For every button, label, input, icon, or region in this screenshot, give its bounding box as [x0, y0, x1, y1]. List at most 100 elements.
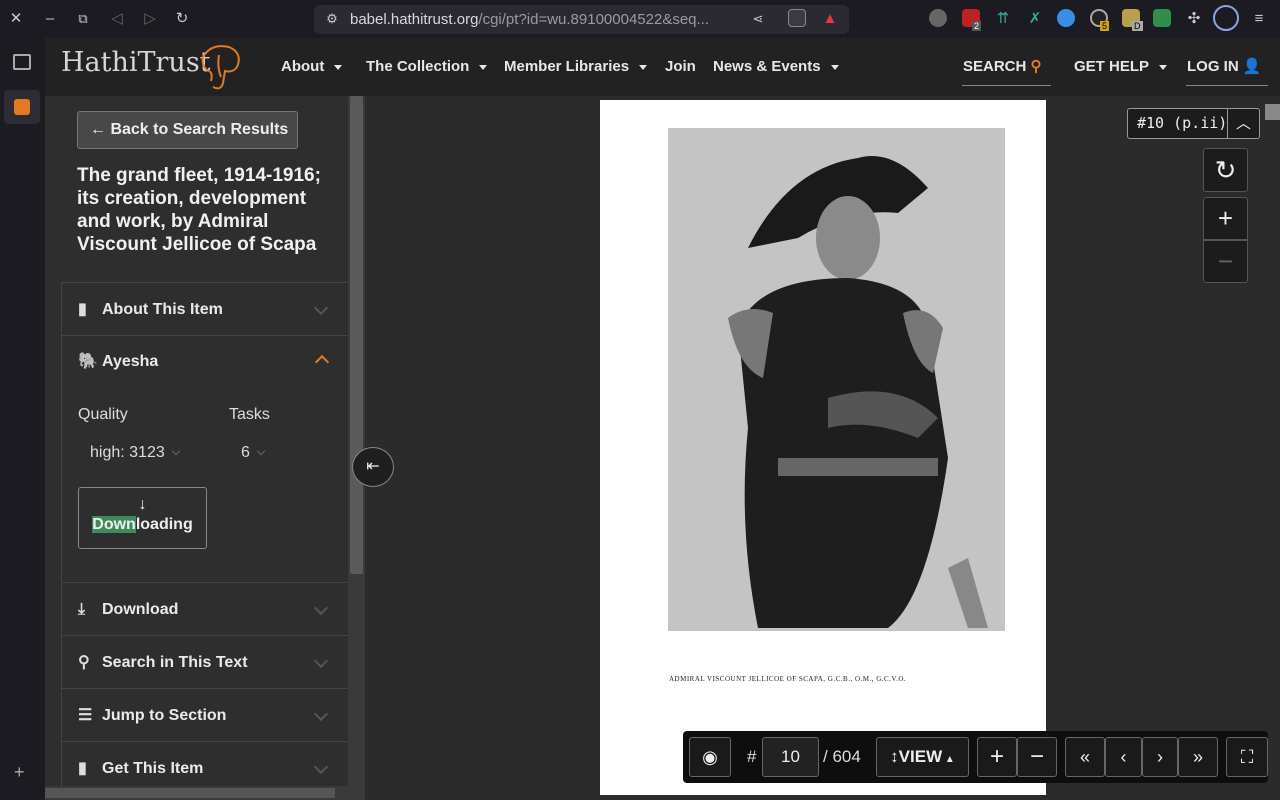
search-icon: ⚲	[1030, 58, 1042, 75]
search-text-label: Search in This Text	[102, 654, 248, 671]
nav-news-events[interactable]: News & Events	[713, 38, 839, 96]
get-help-link[interactable]: GET HELP	[1074, 38, 1168, 96]
minus-icon: −	[1217, 246, 1234, 276]
downloading-button[interactable]: ↓ Downloading	[78, 487, 207, 549]
reload-icon[interactable]: ↻	[172, 9, 192, 29]
double-chevron-left-icon: «	[1079, 747, 1090, 767]
nav-collection[interactable]: The Collection	[366, 38, 488, 96]
sidebar-toggle-icon[interactable]	[13, 54, 31, 70]
extension-blue-icon[interactable]	[1057, 9, 1075, 27]
previous-page-button[interactable]: ‹	[1105, 737, 1142, 777]
download-icon[interactable]	[1213, 5, 1239, 31]
nav-member-libraries[interactable]: Member Libraries	[504, 38, 648, 96]
rotate-button[interactable]: ↻	[1203, 148, 1248, 192]
downloading-progress-text: Down	[92, 516, 136, 533]
rotate-icon: ↻	[1214, 155, 1237, 185]
fullscreen-button[interactable]: ⛶	[1226, 737, 1268, 777]
chevron-right-icon: ›	[1157, 747, 1163, 767]
zoom-out-button[interactable]: −	[1203, 240, 1248, 283]
search-underline	[962, 85, 1051, 86]
search-link[interactable]: SEARCH ⚲	[963, 38, 1042, 96]
about-item-label: About This Item	[102, 301, 223, 318]
search-icon: ⚲	[78, 654, 90, 671]
chevron-down-icon	[256, 446, 266, 456]
chevron-down-icon	[1159, 64, 1168, 70]
download-icon: ⤓	[78, 601, 86, 618]
extension-x-icon[interactable]: ✗	[1025, 9, 1045, 29]
page-total: / 604	[823, 747, 861, 766]
last-page-button[interactable]: »	[1178, 737, 1218, 777]
elephant-icon: 🐘	[78, 353, 98, 370]
fullscreen-icon: ⛶	[1240, 747, 1254, 767]
chevron-up-icon[interactable]: ︿	[1227, 109, 1259, 138]
nav-join[interactable]: Join	[665, 38, 696, 96]
site-logo[interactable]: HathiTrust	[61, 45, 240, 90]
extension-badge-d: D	[1132, 21, 1143, 31]
quality-select[interactable]: high: 3123	[90, 444, 180, 462]
minimize-icon[interactable]: –	[40, 9, 60, 29]
toggle-visibility-button[interactable]: ◉	[689, 737, 731, 777]
page-indicator-text: #10 (p.ii)	[1137, 114, 1228, 132]
collapse-icon: ⇤	[366, 458, 380, 475]
site-settings-icon[interactable]: ⚙	[322, 9, 342, 29]
download-label: Download	[102, 601, 179, 618]
get-help-label: GET HELP	[1074, 58, 1150, 75]
tasks-select[interactable]: 6	[241, 444, 266, 462]
back-arrow-icon[interactable]: ◁	[107, 9, 127, 29]
jump-section-accordion[interactable]: ☰ Jump to Section	[61, 688, 348, 741]
browser-sidebar: +	[0, 38, 45, 800]
zoom-out-toolbar-button[interactable]: −	[1017, 737, 1057, 777]
extension-glasses-icon[interactable]	[929, 9, 947, 27]
chevron-down-icon	[313, 653, 329, 669]
restore-icon[interactable]: ⧉	[73, 9, 93, 29]
collapse-sidebar-button[interactable]: ⇤	[352, 447, 394, 487]
login-underline	[1186, 85, 1268, 86]
chevron-down-icon	[479, 64, 488, 70]
chevron-up-icon	[314, 354, 330, 370]
first-page-button[interactable]: «	[1065, 737, 1105, 777]
quality-label: Quality	[78, 406, 128, 423]
extension-arrow-icon[interactable]: ⇈	[993, 9, 1013, 29]
nav-news-events-label: News & Events	[713, 58, 821, 75]
chevron-down-icon	[313, 706, 329, 722]
ayesha-accordion[interactable]: 🐘 Ayesha	[62, 335, 349, 388]
nav-about[interactable]: About	[281, 38, 343, 96]
download-accordion[interactable]: ⤓ Download	[61, 582, 348, 635]
viewer-scroll-thumb[interactable]	[1265, 104, 1280, 120]
sidebar-panel-button[interactable]	[4, 90, 40, 124]
extension-green-icon[interactable]	[1153, 9, 1171, 27]
page-indicator[interactable]: #10 (p.ii) ︿	[1127, 108, 1260, 139]
about-item-accordion[interactable]: ▮ About This Item	[61, 282, 348, 335]
chevron-down-icon	[313, 300, 329, 316]
tasks-value: 6	[241, 444, 250, 461]
sidebar-scroll-thumb[interactable]	[350, 96, 363, 574]
brave-shield-icon[interactable]	[788, 9, 806, 27]
puzzle-icon[interactable]: ✣	[1184, 9, 1204, 29]
address-bar[interactable]: babel.hathitrust.org/cgi/pt?id=wu.891000…	[314, 5, 849, 34]
horizontal-scroll-thumb[interactable]	[45, 788, 335, 798]
list-icon: ☰	[78, 707, 93, 724]
brave-rewards-icon[interactable]: ▲	[820, 9, 840, 29]
menu-icon[interactable]: ≡	[1249, 9, 1269, 29]
url-path: /cgi/pt?id=wu.89100004522&seq...	[478, 11, 710, 28]
chevron-down-icon	[830, 64, 839, 70]
forward-arrow-icon[interactable]: ▷	[140, 9, 160, 29]
back-to-results-button[interactable]: ← Back to Search Results	[77, 111, 298, 149]
share-icon[interactable]: ⋖	[748, 9, 768, 29]
nav-member-libraries-label: Member Libraries	[504, 58, 630, 75]
zoom-in-button[interactable]: +	[1203, 197, 1248, 240]
zoom-in-toolbar-button[interactable]: +	[977, 737, 1017, 777]
search-text-accordion[interactable]: ⚲ Search in This Text	[61, 635, 348, 688]
logo-text: HathiTrust	[61, 47, 211, 78]
add-panel-icon[interactable]: +	[14, 762, 25, 783]
user-icon: 👤	[1242, 58, 1262, 75]
close-icon[interactable]: ✕	[6, 9, 26, 29]
next-page-button[interactable]: ›	[1142, 737, 1178, 777]
hathitrust-favicon-icon	[14, 99, 30, 115]
page-number-input[interactable]: 10	[762, 737, 819, 777]
tasks-label: Tasks	[229, 406, 270, 423]
nav-collection-label: The Collection	[366, 58, 470, 75]
search-label: SEARCH	[963, 58, 1027, 75]
view-mode-button[interactable]: ↕VIEW ▲	[876, 737, 969, 777]
login-link[interactable]: LOG IN 👤	[1187, 38, 1262, 96]
